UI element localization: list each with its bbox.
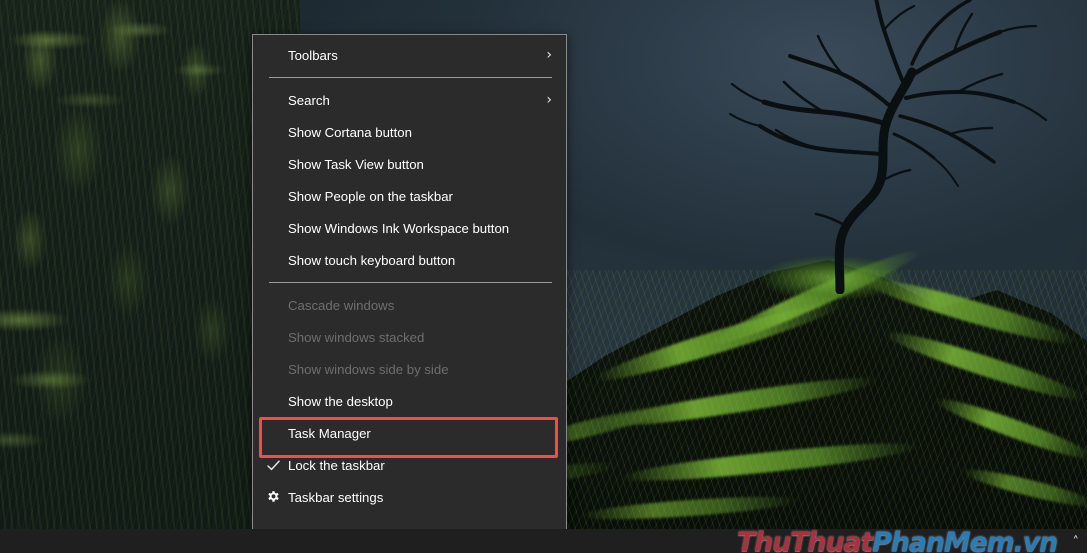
menu-item-show-windows-stacked: Show windows stacked bbox=[253, 321, 566, 353]
menu-item-label: Show windows stacked bbox=[288, 329, 425, 345]
menu-item-label: Show Task View button bbox=[288, 156, 424, 172]
gear-icon bbox=[265, 489, 281, 505]
moss-highlight-mid-left bbox=[0, 290, 160, 500]
check-icon bbox=[265, 457, 281, 473]
menu-item-lock-the-taskbar[interactable]: Lock the taskbar bbox=[253, 449, 566, 481]
menu-item-label: Show Windows Ink Workspace button bbox=[288, 220, 510, 236]
windows-taskbar[interactable]: ThuThuatPhanMem.vn ˄ bbox=[0, 529, 1087, 553]
menu-item-label: Taskbar settings bbox=[288, 489, 384, 505]
watermark-text-part1: ThuThuat bbox=[736, 527, 873, 553]
chevron-right-icon: › bbox=[546, 47, 552, 63]
menu-item-label: Lock the taskbar bbox=[288, 457, 385, 473]
menu-item-show-windows-ink-workspace-button[interactable]: Show Windows Ink Workspace button bbox=[253, 212, 566, 244]
menu-item-label: Show windows side by side bbox=[288, 361, 449, 377]
menu-item-show-windows-side-by-side: Show windows side by side bbox=[253, 353, 566, 385]
menu-item-toolbars[interactable]: Toolbars › bbox=[253, 39, 566, 71]
menu-item-task-manager[interactable]: Task Manager bbox=[253, 417, 566, 458]
taskbar-context-menu[interactable]: Toolbars › Search › Show Cortana button … bbox=[252, 34, 567, 534]
menu-item-search[interactable]: Search › bbox=[253, 84, 566, 116]
chevron-right-icon: › bbox=[546, 92, 552, 108]
menu-item-show-task-view-button[interactable]: Show Task View button bbox=[253, 148, 566, 180]
menu-item-show-people-on-the-taskbar[interactable]: Show People on the taskbar bbox=[253, 180, 566, 212]
menu-item-label: Toolbars bbox=[288, 47, 338, 63]
menu-item-taskbar-settings[interactable]: Taskbar settings bbox=[253, 481, 566, 513]
menu-item-label: Show touch keyboard button bbox=[288, 252, 456, 268]
tree-silhouette bbox=[690, 0, 1050, 294]
menu-item-show-the-desktop[interactable]: Show the desktop bbox=[253, 385, 566, 417]
menu-item-label: Cascade windows bbox=[288, 297, 395, 313]
menu-item-label: Search bbox=[288, 92, 330, 108]
menu-item-label: Show Cortana button bbox=[288, 124, 412, 140]
moss-highlight-upper-left bbox=[0, 10, 240, 190]
menu-item-label: Show the desktop bbox=[288, 393, 393, 409]
watermark-text-part2: PhanMem.vn bbox=[872, 527, 1058, 553]
menu-item-label: Task Manager bbox=[288, 425, 371, 441]
menu-item-label: Show People on the taskbar bbox=[288, 188, 453, 204]
menu-separator bbox=[269, 77, 552, 78]
menu-item-cascade-windows: Cascade windows bbox=[253, 289, 566, 321]
menu-item-show-touch-keyboard-button[interactable]: Show touch keyboard button bbox=[253, 244, 566, 276]
site-watermark: ThuThuatPhanMem.vn bbox=[736, 527, 1058, 553]
menu-separator bbox=[269, 282, 552, 283]
tray-expand-chevron-icon[interactable]: ˄ bbox=[1073, 536, 1080, 549]
menu-item-show-cortana-button[interactable]: Show Cortana button bbox=[253, 116, 566, 148]
desktop-wallpaper: Toolbars › Search › Show Cortana button … bbox=[0, 0, 1087, 553]
